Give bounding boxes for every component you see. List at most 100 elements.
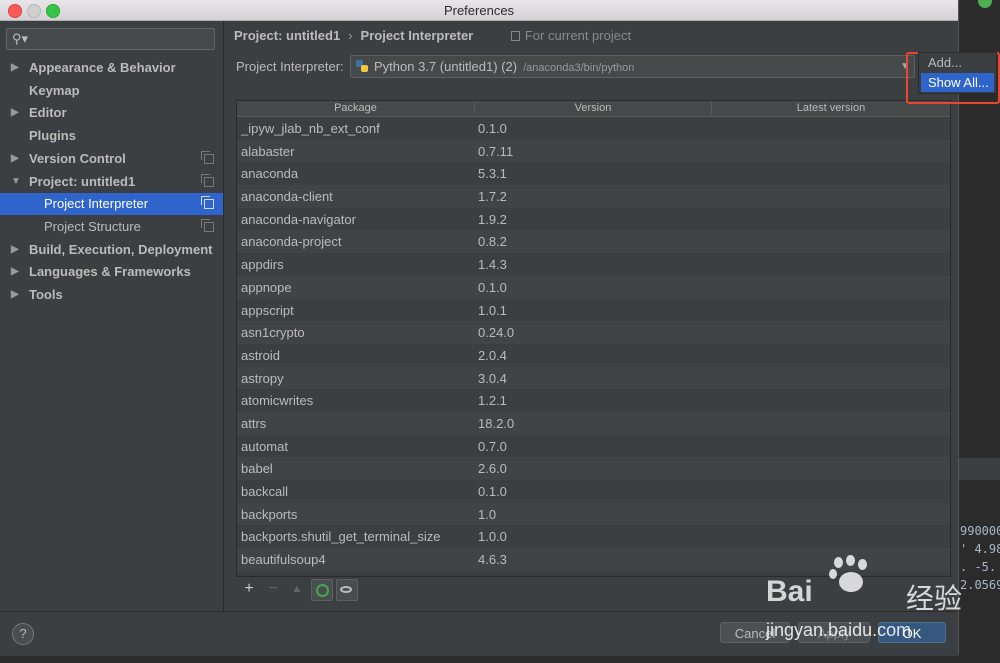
package-version: 1.4.3 [478,257,507,273]
sidebar-item-version-control[interactable]: ▶ Version Control [0,148,223,170]
console-line: . -5. : [960,560,1000,574]
sidebar-item-plugins[interactable]: Plugins [0,125,223,147]
page-title: Project Interpreter [360,28,474,43]
breadcrumb: Project: untitled1 › Project Interpreter F… [234,28,631,43]
interpreter-path: /anaconda3/bin/python [523,62,635,74]
expand-arrow-icon[interactable]: ▶ [11,239,19,261]
table-row[interactable]: anaconda-project 0.8.2 [237,230,950,254]
sidebar-item-project-interpreter[interactable]: Project Interpreter [0,193,223,216]
sidebar-item-editor[interactable]: ▶ Editor [0,102,223,124]
package-name: appdirs [241,257,284,273]
sidebar-item-label: Languages & Frameworks [29,264,191,280]
project-scope-icon [510,31,520,41]
table-row[interactable]: babel 2.6.0 [237,457,950,480]
table-body: _ipyw_jlab_nb_ext_conf 0.1.0 alabaster 0.7.… [237,117,950,576]
upgrade-package-button[interactable]: ▲ [287,579,307,599]
package-version: 2.6.0 [478,461,507,477]
package-version: 2.0.4 [478,347,507,363]
interpreter-select[interactable]: Python 3.7 (untitled1) (2) /anaconda3/bin… [350,55,915,78]
title-bar: Preferences [0,0,958,21]
expand-arrow-icon[interactable]: ▶ [11,148,19,170]
sidebar-item-appearance-behavior[interactable]: ▶ Appearance & Behavior [0,57,223,79]
package-name: anaconda [241,166,299,182]
package-name: _ipyw_jlab_nb_ext_conf [241,121,380,136]
expand-arrow-icon[interactable]: ▶ [11,261,19,283]
settings-content: Project: untitled1 › Project Interpreter F… [224,21,958,611]
package-version: 1.0.0 [478,529,507,545]
table-row[interactable]: appdirs 1.4.3 [237,253,950,276]
window-title: Preferences [443,3,515,18]
scope-label: For current project [524,28,632,43]
paw-logo-icon [828,555,872,603]
package-version: 0.24.0 [478,325,515,341]
package-name: appnope [241,279,292,295]
package-version: 0.8.2 [478,234,507,250]
packages-table: Package Version Latest version _ipyw_jla… [236,100,951,577]
console-line: ' 4.98 [960,542,1000,556]
table-row[interactable]: attrs 18.2.0 [237,411,950,435]
package-name: alabaster [241,143,295,159]
table-row[interactable]: backports.shutil_get_terminal_size 1.0.0 [237,525,950,549]
package-version: 1.0.1 [478,302,507,318]
package-version: 0.1.0 [478,279,507,295]
package-version: 0.7.11 [478,143,514,159]
sidebar-item-label: Appearance & Behavior [29,60,176,75]
sidebar-item-tools[interactable]: ▶ Tools [0,284,223,306]
refresh-icon[interactable] [311,579,333,601]
table-row[interactable]: _ipyw_jlab_nb_ext_conf 0.1.0 [237,117,950,140]
package-name: asn1crypto [241,325,305,341]
column-header-package[interactable]: Package [237,102,475,114]
table-row[interactable]: asn1crypto 0.24.0 [237,321,950,344]
watermark-brand-suffix: 经验 [906,583,963,614]
table-row[interactable]: appscript 1.0.1 [237,298,950,322]
package-name: babel [241,461,273,477]
table-row[interactable]: backports 1.0 [237,502,950,526]
add-package-button[interactable]: + [239,579,259,599]
menu-item-show-all[interactable]: Show All... [921,73,994,92]
table-row[interactable]: anaconda-navigator 1.9.2 [237,207,950,231]
menu-item-add[interactable]: Add... [919,53,996,72]
console-line: 990000 [960,524,1000,538]
python-icon [356,60,369,73]
remove-package-button[interactable]: − [263,579,283,599]
sidebar-item-languages-frameworks[interactable]: ▶ Languages & Frameworks [0,261,223,283]
breadcrumb-separator: › [348,28,353,43]
package-name: anaconda-client [241,189,333,205]
settings-search-input[interactable]: ⚲▾ [6,28,215,50]
sidebar-item-project-structure[interactable]: Project Structure [0,216,223,238]
project-scope-icon [201,150,214,164]
package-name: backports.shutil_get_terminal_size [241,529,441,545]
interpreter-gear-menu: Add... Show All... [918,52,997,94]
background-toolwindow-strip [958,458,1000,480]
table-row[interactable]: astroid 2.0.4 [237,343,950,367]
table-row[interactable]: appnope 0.1.0 [237,275,950,299]
column-header-version[interactable]: Version [475,102,712,114]
baidu-watermark: Bai 经验 jingyan.baidu.com [766,555,966,645]
package-name: anaconda-navigator [241,211,356,227]
table-row[interactable]: alabaster 0.7.11 [237,139,950,163]
help-button[interactable]: ? [12,623,34,645]
project-scope-icon [201,173,214,187]
console-line: 2.05693 [960,578,1000,592]
expand-arrow-icon[interactable]: ▶ [11,102,19,124]
package-version: 0.1.0 [478,121,507,136]
package-name: backports [241,506,298,522]
table-row[interactable]: astropy 3.0.4 [237,366,950,390]
table-row[interactable]: anaconda 5.3.1 [237,162,950,186]
package-name: automat [241,438,288,454]
collapse-arrow-icon[interactable]: ▼ [11,171,21,193]
table-row[interactable]: atomicwrites 1.2.1 [237,389,950,412]
project-scope-icon [201,196,214,210]
sidebar-item-build-execution-deployment[interactable]: ▶ Build, Execution, Deployment [0,239,223,261]
project-scope-icon [201,218,214,232]
expand-arrow-icon[interactable]: ▶ [11,57,19,79]
package-name: attrs [241,415,267,431]
table-row[interactable]: backcall 0.1.0 [237,480,950,503]
package-version: 0.8.3 [478,575,507,576]
eye-icon[interactable] [336,579,358,601]
table-row[interactable]: automat 0.7.0 [237,434,950,458]
sidebar-item-project[interactable]: ▼ Project: untitled1 [0,171,223,193]
expand-arrow-icon[interactable]: ▶ [11,284,19,306]
sidebar-item-keymap[interactable]: Keymap [0,80,223,102]
table-row[interactable]: anaconda-client 1.7.2 [237,185,950,208]
